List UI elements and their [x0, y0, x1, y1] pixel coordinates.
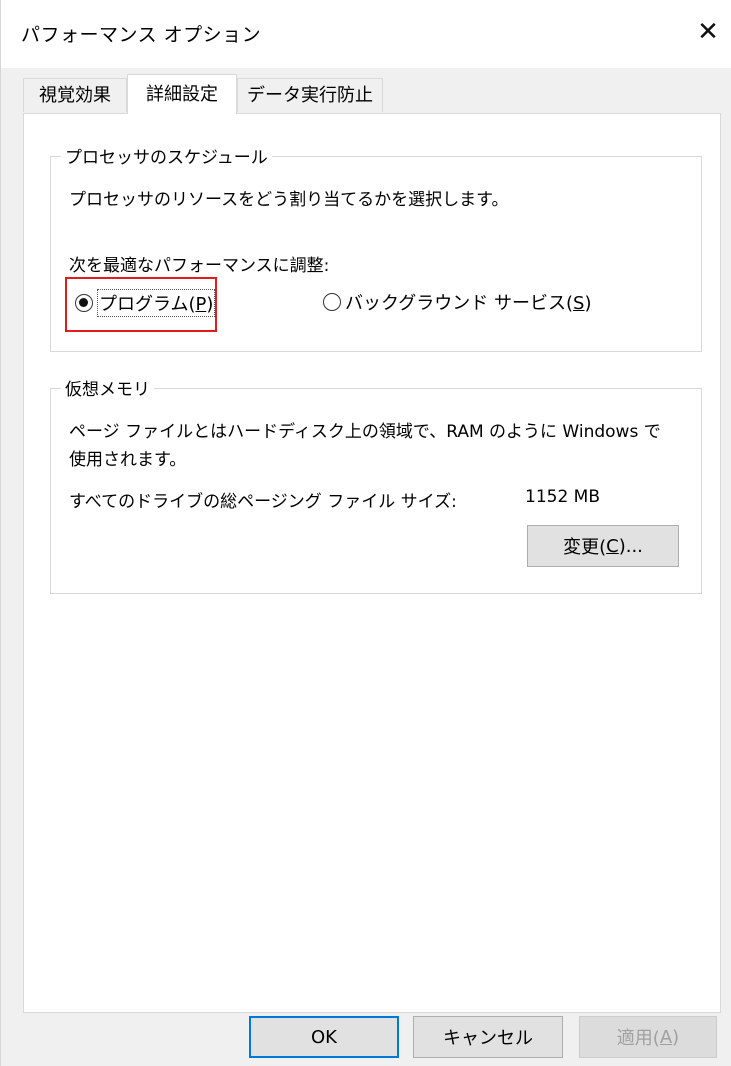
- total-paging-size-label: すべてのドライブの総ページング ファイル サイズ:: [69, 492, 457, 512]
- tab-panel-advanced: プロセッサのスケジュール プロセッサのリソースをどう割り当てるかを選択します。 …: [23, 113, 721, 1013]
- total-paging-size-value: 1152 MB: [525, 487, 600, 507]
- tab-visual-effects[interactable]: 視覚効果: [23, 78, 127, 112]
- ok-button[interactable]: OK: [249, 1016, 399, 1058]
- processor-scheduling-label: プロセッサのスケジュール: [61, 143, 272, 168]
- radio-background-services[interactable]: バックグラウンド サービス(S): [323, 289, 592, 315]
- adjust-label: 次を最適なパフォーマンスに調整:: [69, 256, 330, 276]
- virtual-memory-group: 仮想メモリ ページ ファイルとはハードディスク上の領域で、RAM のように Wi…: [50, 375, 702, 594]
- performance-options-dialog: パフォーマンス オプション ✕ 視覚効果 詳細設定 データ実行防止 プロセッサの…: [0, 0, 731, 1066]
- title-bar: パフォーマンス オプション ✕: [1, 0, 731, 68]
- virtual-memory-description-line1: ページ ファイルとはハードディスク上の領域で、RAM のように Windows …: [69, 422, 661, 442]
- tab-advanced[interactable]: 詳細設定: [127, 74, 237, 114]
- cancel-button[interactable]: キャンセル: [413, 1016, 563, 1058]
- processor-description: プロセッサのリソースをどう割り当てるかを選択します。: [69, 190, 509, 210]
- virtual-memory-description-line2: 使用されます。: [69, 450, 187, 470]
- radio-background-services-indicator[interactable]: [323, 293, 341, 311]
- virtual-memory-label: 仮想メモリ: [61, 375, 154, 400]
- window-title: パフォーマンス オプション: [21, 24, 262, 46]
- apply-button[interactable]: 適用(A): [579, 1016, 717, 1058]
- tab-data-execution-prevention[interactable]: データ実行防止: [237, 78, 383, 112]
- close-icon[interactable]: ✕: [684, 8, 731, 56]
- highlight-annotation-box: [65, 277, 217, 332]
- change-button[interactable]: 変更(C)...: [527, 525, 679, 567]
- radio-background-services-label: バックグラウンド サービス(S): [345, 293, 592, 314]
